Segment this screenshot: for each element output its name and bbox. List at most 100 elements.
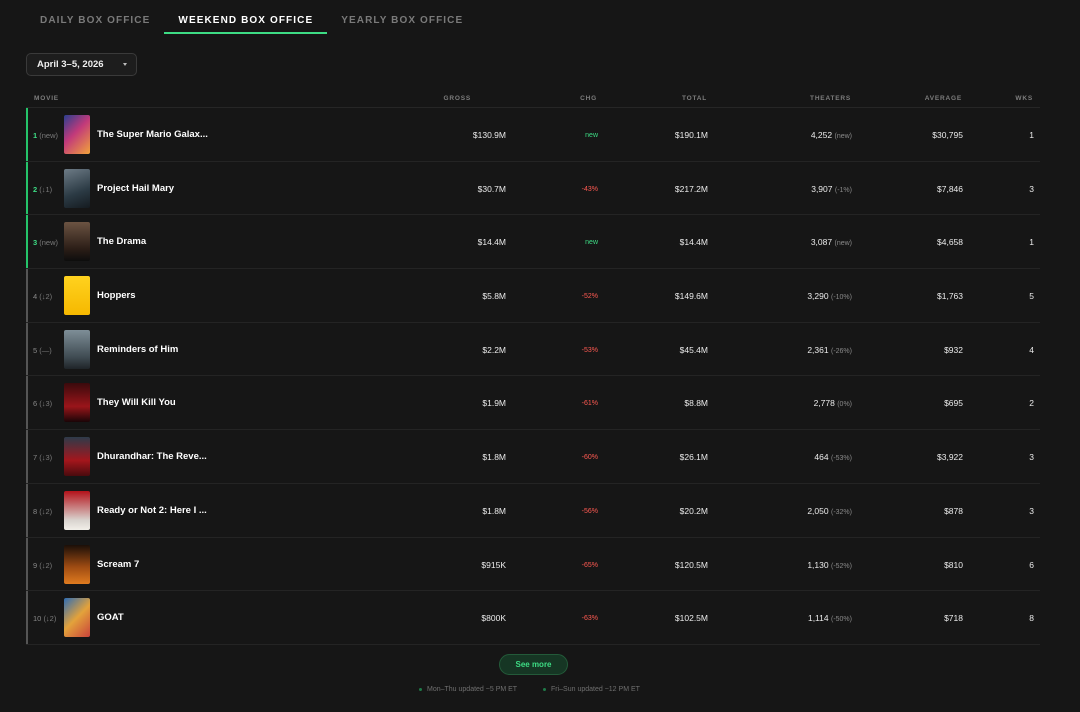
theaters-change: (-10%) [830, 294, 852, 302]
column-header-average[interactable]: AVERAGE [925, 95, 962, 102]
rank-cell: 1 (new) [33, 131, 58, 140]
rank-cell: 7 (↓3) [33, 453, 52, 462]
weekday-update-text: Mon–Thu updated ~5 PM ET [427, 686, 518, 693]
rank-change: (↓3) [39, 453, 53, 463]
change-cell: -61% [581, 400, 598, 408]
change-cell: -63% [581, 615, 598, 623]
column-header-movie[interactable]: MOVIE [34, 95, 59, 102]
table-row[interactable]: 10 (↓2) GOAT $800K -63% $102.5M 1,114 (-… [26, 591, 1040, 645]
weeks-cell: 5 [1029, 291, 1034, 302]
movie-poster-thumbnail[interactable] [64, 544, 90, 584]
movie-title[interactable]: The Drama [97, 236, 146, 247]
table-row[interactable]: 7 (↓3) Dhurandhar: The Reve... $1.8M -60… [26, 430, 1040, 484]
table-row[interactable]: 9 (↓2) Scream 7 $915K -65% $120.5M 1,130… [26, 537, 1040, 592]
average-cell: $810 [944, 559, 963, 570]
rank-number: 7 [33, 453, 38, 463]
rank-indicator-bar [26, 322, 28, 376]
table-row[interactable]: 4 (↓2) Hoppers $5.8M -52% $149.6M 3,290 … [26, 269, 1040, 323]
rank-number: 4 [33, 292, 38, 302]
weeks-cell: 2 [1029, 398, 1034, 409]
movie-title[interactable]: The Super Mario Galax... [97, 129, 208, 140]
gross-cell: $800K [481, 613, 506, 624]
average-cell: $932 [944, 344, 963, 355]
theaters-count: 3,087 [810, 237, 833, 248]
movie-poster-thumbnail[interactable] [64, 115, 90, 154]
see-more-button[interactable]: See more [499, 654, 568, 675]
rank-number: 6 [33, 399, 38, 409]
change-cell: -65% [581, 561, 598, 569]
rank-change: (new) [39, 131, 59, 140]
weekend-update-text: Fri–Sun updated ~12 PM ET [551, 686, 640, 693]
weeks-cell: 1 [1029, 130, 1034, 140]
column-header-chg[interactable]: CHG [580, 95, 597, 102]
column-header-total[interactable]: TOTAL [682, 95, 707, 102]
movie-title[interactable]: Project Hail Mary [97, 183, 174, 194]
rank-change: (—) [39, 345, 52, 355]
movie-poster-thumbnail[interactable] [64, 276, 90, 316]
column-header-wks[interactable]: WKS [1015, 95, 1033, 102]
theaters-cell: 1,130 (-52%) [807, 560, 852, 570]
movie-poster-thumbnail[interactable] [64, 598, 90, 638]
theaters-cell: 464 (-53%) [814, 452, 852, 462]
column-header-gross[interactable]: GROSS [444, 95, 471, 102]
theaters-count: 2,361 [807, 344, 829, 355]
movie-title[interactable]: Dhurandhar: The Reve... [97, 451, 207, 462]
rank-cell: 8 (↓2) [33, 507, 52, 516]
rank-indicator-bar [26, 591, 28, 644]
weeks-cell: 3 [1029, 183, 1034, 194]
movie-title[interactable]: Scream 7 [97, 559, 139, 570]
movie-title[interactable]: GOAT [97, 612, 124, 623]
theaters-cell: 2,050 (-32%) [807, 506, 852, 516]
rank-number: 5 [33, 345, 38, 355]
movie-poster-thumbnail[interactable] [64, 329, 90, 369]
rank-indicator-bar [26, 376, 28, 430]
tab-yearly-box-office[interactable]: YEARLY BOX OFFICE [327, 0, 477, 34]
date-range-select[interactable]: April 3–5, 2026 [26, 53, 137, 76]
total-cell: $8.8M [684, 398, 708, 409]
rank-number: 10 [33, 614, 42, 624]
theaters-count: 2,778 [813, 398, 835, 409]
movie-title[interactable]: Reminders of Him [97, 344, 178, 355]
rank-number: 8 [33, 506, 38, 516]
rank-number: 9 [33, 560, 38, 570]
theaters-change: (new) [834, 133, 852, 140]
date-range-value: April 3–5, 2026 [37, 59, 104, 70]
rank-number: 1 [33, 131, 38, 140]
movie-poster-thumbnail[interactable] [64, 168, 90, 208]
rank-cell: 9 (↓2) [33, 561, 52, 570]
theaters-change: (-32%) [830, 508, 852, 516]
movie-title[interactable]: Hoppers [97, 290, 136, 301]
tab-weekend-box-office[interactable]: WEEKEND BOX OFFICE [164, 0, 328, 34]
movie-poster-thumbnail[interactable] [64, 437, 90, 477]
rank-indicator-bar [26, 215, 28, 269]
column-header-theaters[interactable]: THEATERS [810, 95, 851, 102]
theaters-cell: 2,361 (-26%) [807, 345, 852, 355]
gross-cell: $915K [481, 559, 506, 570]
rank-indicator-bar [26, 483, 28, 537]
status-dot-icon [543, 688, 546, 691]
movie-poster-thumbnail[interactable] [64, 490, 90, 530]
change-cell: -53% [581, 346, 598, 354]
rank-indicator-bar [26, 430, 28, 483]
theaters-count: 1,114 [807, 613, 829, 624]
table-row[interactable]: 8 (↓2) Ready or Not 2: Here I ... $1.8M … [26, 483, 1040, 538]
table-row[interactable]: 6 (↓3) They Will Kill You $1.9M -61% $8.… [26, 376, 1040, 431]
rank-cell: 6 (↓3) [33, 399, 52, 408]
average-cell: $695 [944, 398, 963, 409]
table-row[interactable]: 2 (↓1) Project Hail Mary $30.7M -43% $21… [26, 161, 1040, 216]
movie-poster-thumbnail[interactable] [64, 222, 90, 262]
table-row[interactable]: 5 (—) Reminders of Him $2.2M -53% $45.4M… [26, 322, 1040, 377]
movie-title[interactable]: They Will Kill You [97, 397, 176, 408]
change-cell: -56% [581, 507, 598, 515]
movie-title[interactable]: Ready or Not 2: Here I ... [97, 505, 207, 516]
weeks-cell: 3 [1029, 452, 1034, 463]
table-row[interactable]: 1 (new) The Super Mario Galax... $130.9M… [26, 108, 1040, 162]
rank-cell: 10 (↓2) [33, 614, 56, 623]
rank-change: (↓2) [39, 560, 53, 570]
table-row[interactable]: 3 (new) The Drama $14.4M new $14.4M 3,08… [26, 215, 1040, 270]
theaters-change: (-1%) [834, 186, 852, 194]
table-body: 1 (new) The Super Mario Galax... $130.9M… [26, 108, 1040, 645]
tab-bar: DAILY BOX OFFICE WEEKEND BOX OFFICE YEAR… [26, 0, 477, 34]
movie-poster-thumbnail[interactable] [64, 383, 90, 423]
tab-daily-box-office[interactable]: DAILY BOX OFFICE [26, 0, 164, 34]
